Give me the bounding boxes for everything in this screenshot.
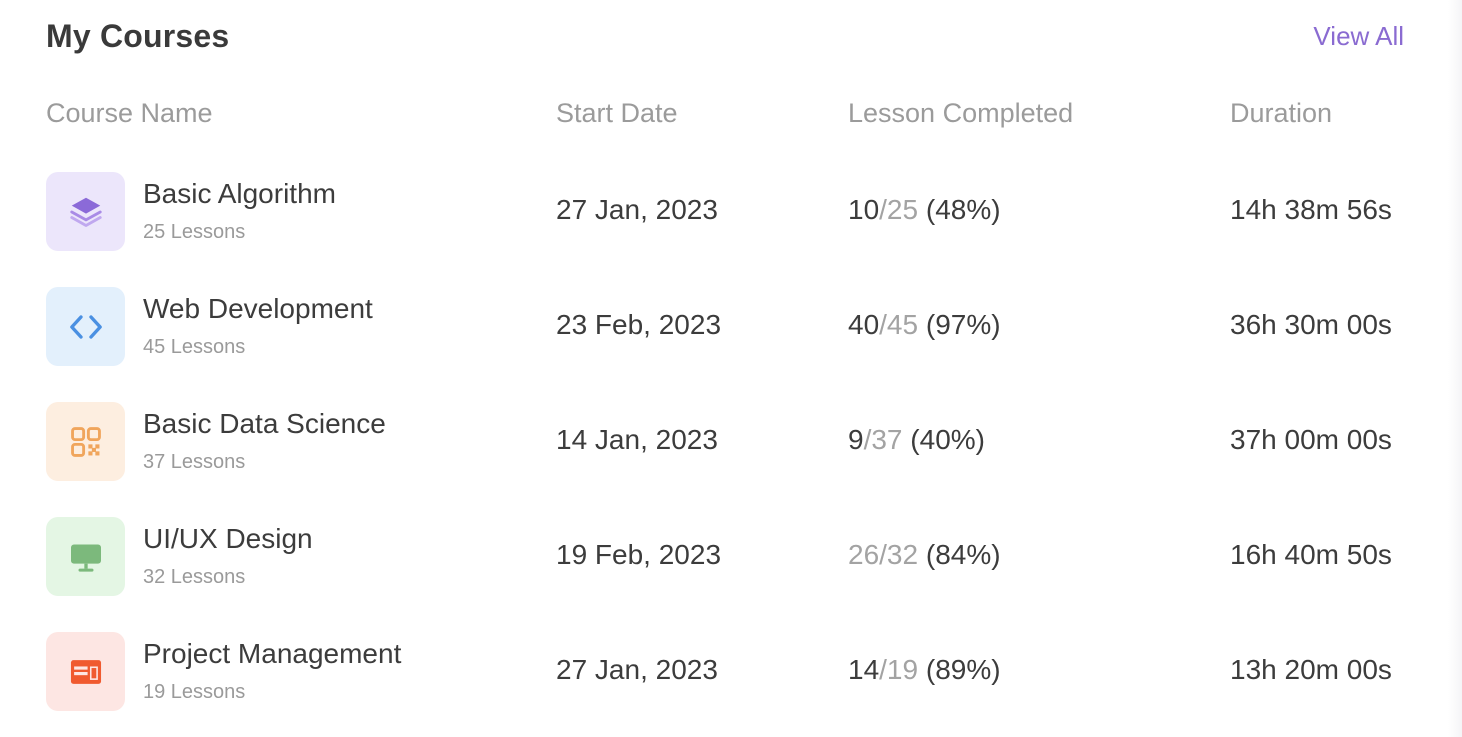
column-header-duration[interactable]: Duration xyxy=(1230,98,1332,129)
course-icon-tile xyxy=(46,172,125,251)
completion-percent: (97%) xyxy=(925,309,1001,340)
my-courses-card: My Courses View All Course Name Start Da… xyxy=(0,0,1462,737)
course-start-date: 23 Feb, 2023 xyxy=(556,309,722,340)
lessons-done: 40 xyxy=(848,309,880,340)
completion-percent: (48%) xyxy=(925,194,1001,225)
column-header-start-date[interactable]: Start Date xyxy=(556,98,678,129)
page-title: My Courses xyxy=(46,17,230,54)
lesson-completed: 14/19 (89%) xyxy=(848,654,1001,686)
course-icon-tile xyxy=(46,287,125,366)
course-lesson-count: 32 Lessons xyxy=(143,566,246,588)
completion-percent: (40%) xyxy=(910,424,985,455)
lessons-done: 14 xyxy=(848,654,880,685)
lessons-done: 10 xyxy=(848,194,880,225)
lessons-total: /25 xyxy=(879,194,919,225)
lessons-total: /45 xyxy=(879,309,919,340)
table-header: Course Name Start Date Lesson Completed … xyxy=(0,98,1462,134)
column-header-course-name[interactable]: Course Name xyxy=(46,98,213,129)
course-lesson-count: 19 Lessons xyxy=(143,681,246,703)
table-row[interactable]: Basic Algorithm 25 Lessons 27 Jan, 2023 … xyxy=(0,172,1462,252)
completion-percent: (84%) xyxy=(925,539,1001,570)
course-name[interactable]: Web Development xyxy=(143,293,373,325)
course-lesson-count: 25 Lessons xyxy=(143,221,246,243)
lesson-completed: 26/32 (84%) xyxy=(848,539,1001,571)
table-row[interactable]: Web Development 45 Lessons 23 Feb, 2023 … xyxy=(0,287,1462,367)
course-name[interactable]: Project Management xyxy=(143,638,401,670)
lesson-completed: 9/37 (40%) xyxy=(848,424,985,456)
lessons-total: /32 xyxy=(879,539,919,570)
layout-icon xyxy=(67,653,105,691)
completion-percent: (89%) xyxy=(925,654,1001,685)
course-start-date: 27 Jan, 2023 xyxy=(556,654,718,685)
lessons-total: /19 xyxy=(879,654,919,685)
lesson-completed: 40/45 (97%) xyxy=(848,309,1001,341)
course-duration: 16h 40m 50s xyxy=(1230,539,1392,570)
code-icon xyxy=(66,307,106,347)
course-start-date: 27 Jan, 2023 xyxy=(556,194,718,225)
course-lesson-count: 45 Lessons xyxy=(143,336,246,358)
course-start-date: 19 Feb, 2023 xyxy=(556,539,722,570)
lessons-done: 26 xyxy=(848,539,880,570)
course-name[interactable]: Basic Data Science xyxy=(143,408,386,440)
course-lesson-count: 37 Lessons xyxy=(143,451,246,473)
lessons-done: 9 xyxy=(848,424,864,455)
course-icon-tile xyxy=(46,632,125,711)
course-name[interactable]: UI/UX Design xyxy=(143,523,313,555)
course-duration: 37h 00m 00s xyxy=(1230,424,1392,455)
course-duration: 36h 30m 00s xyxy=(1230,309,1392,340)
table-row[interactable]: Basic Data Science 37 Lessons 14 Jan, 20… xyxy=(0,402,1462,482)
view-all-link[interactable]: View All xyxy=(1313,21,1404,52)
qr-code-icon xyxy=(67,423,105,461)
course-icon-tile xyxy=(46,517,125,596)
course-name[interactable]: Basic Algorithm xyxy=(143,178,336,210)
lessons-total: /37 xyxy=(863,424,903,455)
monitor-icon xyxy=(66,537,106,577)
lesson-completed: 10/25 (48%) xyxy=(848,194,1001,226)
course-start-date: 14 Jan, 2023 xyxy=(556,424,718,455)
course-duration: 13h 20m 00s xyxy=(1230,654,1392,685)
card-header: My Courses View All xyxy=(46,14,1404,58)
table-row[interactable]: UI/UX Design 32 Lessons 19 Feb, 2023 26/… xyxy=(0,517,1462,597)
course-duration: 14h 38m 56s xyxy=(1230,194,1392,225)
table-row[interactable]: Project Management 19 Lessons 27 Jan, 20… xyxy=(0,632,1462,712)
layers-icon xyxy=(67,193,105,231)
column-header-lesson-completed[interactable]: Lesson Completed xyxy=(848,98,1073,129)
course-icon-tile xyxy=(46,402,125,481)
